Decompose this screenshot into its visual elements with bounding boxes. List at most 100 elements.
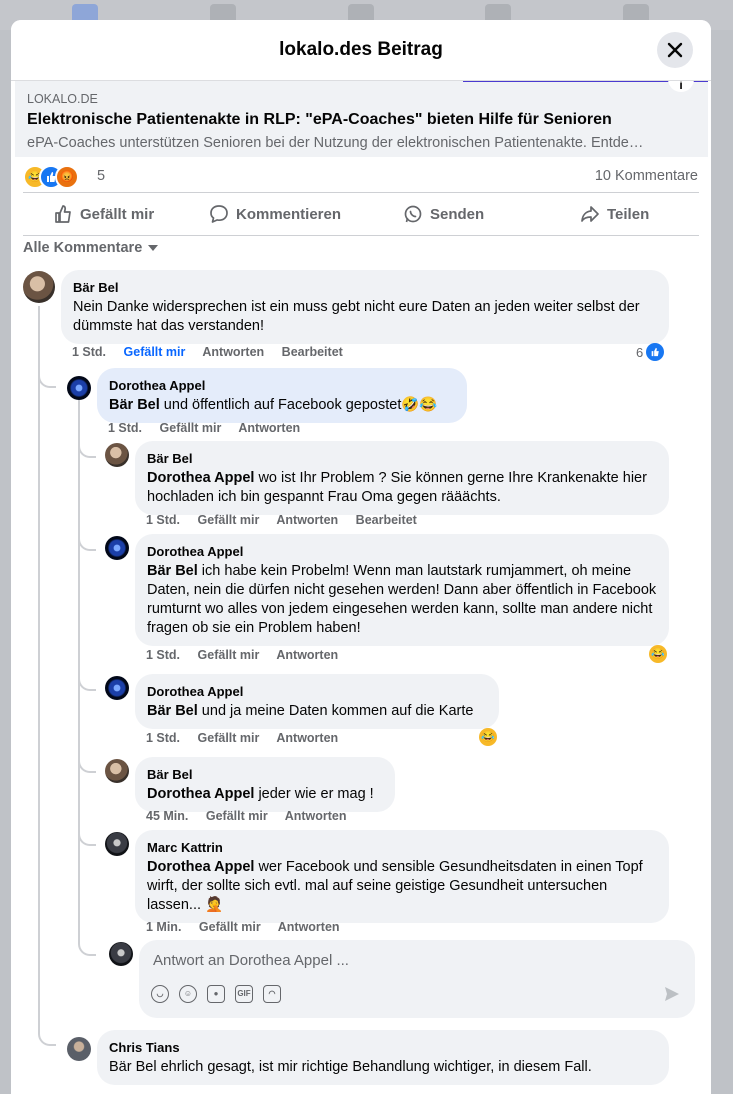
- sticker-icon[interactable]: ◡: [151, 985, 169, 1003]
- post-actions: Gefällt mir Kommentieren Senden Teilen: [23, 192, 699, 236]
- like-button[interactable]: Gefällt mir: [53, 193, 154, 235]
- camera-icon[interactable]: ●: [207, 985, 225, 1003]
- like-comment-button[interactable]: Gefällt mir: [124, 345, 186, 359]
- avatar[interactable]: [105, 832, 129, 856]
- link-title[interactable]: Elektronische Patientenakte in RLP: "ePA…: [27, 111, 612, 129]
- comment-author[interactable]: Bär Bel: [147, 765, 383, 784]
- thread-connector: [78, 660, 96, 691]
- close-icon: [667, 42, 683, 58]
- post-modal: lokalo.des Beitrag i LOKALO.DE Elektroni…: [11, 20, 711, 1094]
- share-label: Teilen: [607, 205, 650, 223]
- comment-meta: 1 Std. Gefällt mir Antworten Bearbeitet: [72, 345, 357, 359]
- comment-author[interactable]: Bär Bel: [147, 449, 657, 468]
- like-comment-button[interactable]: Gefällt mir: [199, 920, 261, 934]
- reply-button[interactable]: Antworten: [276, 513, 338, 527]
- mention[interactable]: Dorothea Appel: [147, 470, 254, 486]
- avatar[interactable]: [105, 676, 129, 700]
- reply-input[interactable]: [151, 948, 675, 972]
- haha-icon: 😂: [649, 645, 667, 663]
- close-button[interactable]: [657, 32, 693, 68]
- comment-bubble: Dorothea Appel Bär Bel und öffentlich au…: [97, 368, 467, 423]
- comment-button[interactable]: Kommentieren: [209, 193, 341, 235]
- comment-author[interactable]: Chris Tians: [109, 1038, 657, 1057]
- composer-tools: ◡ ☺ ● GIF ◠: [151, 985, 281, 1003]
- avatar[interactable]: [23, 271, 55, 303]
- reply-button[interactable]: Antworten: [276, 648, 338, 662]
- comment-meta: 1 Std. Gefällt mir Antworten: [108, 421, 314, 435]
- reply-button[interactable]: Antworten: [276, 731, 338, 745]
- current-user-avatar[interactable]: [109, 942, 133, 966]
- emoji-icon[interactable]: ☺: [179, 985, 197, 1003]
- like-comment-button[interactable]: Gefällt mir: [198, 648, 260, 662]
- comment-text: und ja meine Daten kommen auf die Karte: [197, 703, 474, 719]
- avatar[interactable]: [67, 376, 91, 400]
- comment-reactions[interactable]: 😂: [479, 728, 497, 746]
- comment-author[interactable]: Bär Bel: [73, 278, 657, 297]
- reply-button[interactable]: Antworten: [278, 920, 340, 934]
- thread-connector: [78, 930, 96, 956]
- comment-text: Nein Danke widersprechen ist ein muss ge…: [73, 299, 640, 334]
- comment-reactions[interactable]: 6: [636, 343, 665, 361]
- mention[interactable]: Dorothea Appel: [147, 859, 254, 875]
- comment-time[interactable]: 1 Std.: [72, 345, 106, 359]
- comment-time[interactable]: 1 Std.: [146, 648, 180, 662]
- comment-bubble: Dorothea Appel Bär Bel ich habe kein Pro…: [135, 534, 669, 646]
- gif-icon[interactable]: GIF: [235, 985, 253, 1003]
- comment-text: und öffentlich auf Facebook gepostet🤣😂: [159, 397, 438, 413]
- whatsapp-icon: [404, 205, 422, 223]
- mention[interactable]: Bär Bel: [147, 563, 198, 579]
- comment-bubble: Bär Bel Dorothea Appel wo ist Ihr Proble…: [135, 441, 669, 515]
- comment-meta: 45 Min. Gefällt mir Antworten: [146, 809, 361, 823]
- modal-title: lokalo.des Beitrag: [279, 39, 443, 60]
- mention[interactable]: Bär Bel: [147, 703, 198, 719]
- link-preview[interactable]: i LOKALO.DE Elektronische Patientenakte …: [15, 78, 708, 157]
- avatar[interactable]: [105, 443, 129, 467]
- link-description: ePA-Coaches unterstützen Senioren bei de…: [27, 135, 644, 151]
- comment-count[interactable]: 10 Kommentare: [595, 168, 698, 184]
- comment-author[interactable]: Dorothea Appel: [147, 542, 657, 561]
- like-comment-button[interactable]: Gefällt mir: [198, 731, 260, 745]
- send-icon[interactable]: [663, 985, 681, 1003]
- comment-author[interactable]: Dorothea Appel: [109, 376, 455, 395]
- comment-bubble: Chris Tians Bär Bel ehrlich gesagt, ist …: [97, 1030, 669, 1085]
- like-comment-button[interactable]: Gefällt mir: [198, 513, 260, 527]
- comment-time[interactable]: 45 Min.: [146, 809, 188, 823]
- thread-connector: [78, 430, 96, 458]
- sticker-icon[interactable]: ◠: [263, 985, 281, 1003]
- modal-header: lokalo.des Beitrag: [11, 20, 711, 81]
- comment-bubble: Dorothea Appel Bär Bel und ja meine Date…: [135, 674, 499, 729]
- like-label: Gefällt mir: [80, 205, 155, 223]
- reply-button[interactable]: Antworten: [202, 345, 264, 359]
- comment-reactions[interactable]: 😂: [649, 645, 667, 663]
- thread-connector: [78, 820, 96, 846]
- comment-meta: 1 Std. Gefällt mir Antworten Bearbeitet: [146, 513, 431, 527]
- comment-meta: 1 Std. Gefällt mir Antworten: [146, 648, 352, 662]
- reply-button[interactable]: Antworten: [238, 421, 300, 435]
- send-button[interactable]: Senden: [403, 193, 484, 235]
- share-button[interactable]: Teilen: [580, 193, 649, 235]
- avatar[interactable]: [105, 536, 129, 560]
- comment-bubble: Bär Bel Nein Danke widersprechen ist ein…: [61, 270, 669, 344]
- comment-label: Kommentieren: [236, 205, 342, 223]
- comment-time[interactable]: 1 Std.: [146, 513, 180, 527]
- thumbs-up-icon: [55, 205, 71, 223]
- comment-filter[interactable]: Alle Kommentare: [23, 240, 159, 256]
- thread-connector: [38, 350, 56, 388]
- reaction-count: 5: [97, 168, 106, 184]
- comment-author[interactable]: Marc Kattrin: [147, 838, 657, 857]
- reply-button[interactable]: Antworten: [285, 809, 347, 823]
- comment-author[interactable]: Dorothea Appel: [147, 682, 487, 701]
- comment-time[interactable]: 1 Std.: [108, 421, 142, 435]
- like-comment-button[interactable]: Gefällt mir: [206, 809, 268, 823]
- avatar[interactable]: [105, 759, 129, 783]
- mention[interactable]: Bär Bel: [109, 397, 160, 413]
- haha-icon: 😂: [479, 728, 497, 746]
- mention[interactable]: Dorothea Appel: [147, 786, 254, 802]
- like-comment-button[interactable]: Gefällt mir: [160, 421, 222, 435]
- comment-bubble: Bär Bel Dorothea Appel jeder wie er mag …: [135, 757, 395, 812]
- filter-label: Alle Kommentare: [23, 240, 143, 256]
- angry-icon: 😡: [55, 165, 79, 189]
- comment-time[interactable]: 1 Std.: [146, 731, 180, 745]
- avatar[interactable]: [67, 1037, 91, 1061]
- comment-time[interactable]: 1 Min.: [146, 920, 181, 934]
